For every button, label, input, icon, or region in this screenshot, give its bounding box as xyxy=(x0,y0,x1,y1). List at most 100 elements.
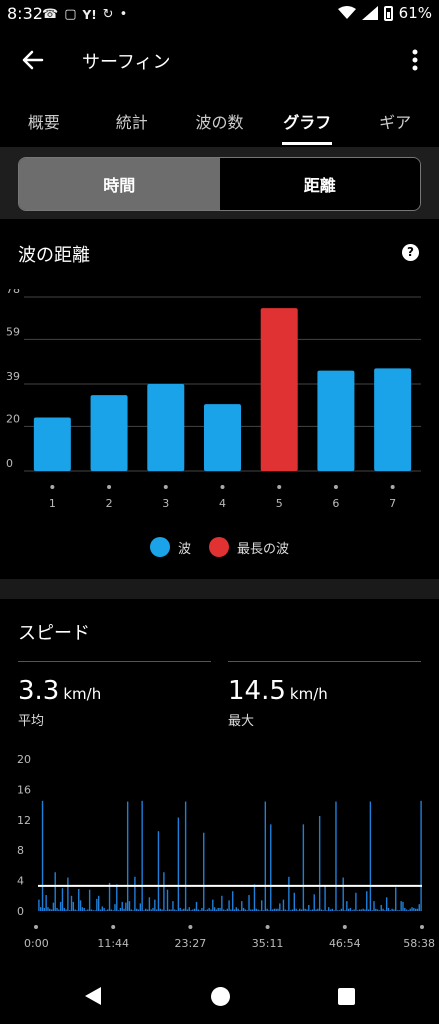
nav-home-icon[interactable] xyxy=(211,987,230,1006)
speed-bar xyxy=(141,800,143,911)
speed-bar xyxy=(168,909,171,911)
x-tick-dot xyxy=(188,925,193,929)
y-tick-label: 20 xyxy=(6,412,20,425)
speed-bar xyxy=(260,900,263,911)
speed-bar xyxy=(299,908,301,911)
speed-bar xyxy=(344,910,346,911)
segment-section: 時間 距離 xyxy=(0,147,439,219)
speed-bar xyxy=(282,899,285,911)
y-tick-label: 78 xyxy=(6,289,20,296)
tab-graph[interactable]: グラフ xyxy=(263,97,351,145)
speed-bar xyxy=(199,910,201,911)
speed-bar xyxy=(420,800,422,911)
speed-bar xyxy=(174,909,176,911)
speed-bar xyxy=(257,909,259,911)
nav-recents-icon[interactable] xyxy=(338,988,355,1005)
notification-icons: ☎ ▢ Y! ↻ • xyxy=(42,7,127,22)
speed-bar xyxy=(356,910,359,911)
speed-bar xyxy=(161,909,163,911)
bar xyxy=(374,368,412,471)
x-tick-dot xyxy=(390,485,395,489)
speed-bar xyxy=(266,908,268,911)
speed-bar xyxy=(280,910,283,911)
speed-bar xyxy=(246,910,248,911)
speed-bar xyxy=(81,907,84,911)
more-vert-icon[interactable] xyxy=(405,44,425,76)
segment-distance-button[interactable]: 距離 xyxy=(219,158,420,210)
legend-dot-wave xyxy=(149,537,170,557)
wave-distance-chart: 0 20 39 59 78 1 2 3 4 5 6 7 xyxy=(6,289,421,510)
speed-bar xyxy=(335,801,337,911)
speed-bar xyxy=(68,910,71,911)
speed-bar xyxy=(395,887,397,911)
speed-bar xyxy=(54,872,56,911)
speed-bar xyxy=(215,909,218,911)
speed-bar xyxy=(58,909,60,911)
speed-bar xyxy=(40,907,42,911)
speed-bar xyxy=(253,884,256,911)
speed-bar xyxy=(128,901,131,911)
speed-bar xyxy=(47,907,49,911)
speed-bar xyxy=(328,907,330,911)
speed-bar xyxy=(114,904,116,911)
speed-bar xyxy=(353,909,355,911)
speed-bar xyxy=(416,908,419,911)
help-icon[interactable]: ? xyxy=(402,244,419,261)
app-bar: サーフィン xyxy=(0,30,439,90)
speed-bar xyxy=(230,909,232,911)
avg-speed-stat: 3.3 km/h 平均 xyxy=(18,661,211,729)
page-title: サーフィン xyxy=(82,52,171,73)
tab-overview[interactable]: 概要 xyxy=(0,97,88,145)
y-tick-label: 4 xyxy=(17,875,24,888)
bar xyxy=(204,404,241,471)
speed-bar xyxy=(384,910,386,911)
speed-card: スピード 3.3 km/h 平均 14.5 km/h 最大 0 4 8 12 16 20 0:0… xyxy=(0,599,439,969)
tab-wave-count[interactable]: 波の数 xyxy=(176,97,264,145)
speed-bar xyxy=(273,908,276,911)
x-tick-label: 0:00 xyxy=(24,937,49,950)
segment-time-button[interactable]: 時間 xyxy=(19,158,220,210)
speed-bar xyxy=(63,907,65,911)
speed-bar xyxy=(277,908,279,911)
speed-bar xyxy=(300,909,303,911)
speed-bar xyxy=(251,909,254,911)
x-tick-label: 3 xyxy=(162,497,169,510)
speed-bar xyxy=(398,910,401,911)
speed-bar xyxy=(212,899,214,911)
speed-bar xyxy=(154,899,156,911)
speed-bar xyxy=(228,900,230,911)
back-arrow-icon[interactable] xyxy=(14,44,50,76)
speed-bar xyxy=(145,908,147,911)
speed-bar xyxy=(317,908,319,911)
speed-bar xyxy=(358,909,361,911)
speed-bar xyxy=(206,909,209,911)
speed-bar xyxy=(150,909,152,911)
speed-bar xyxy=(239,910,241,911)
x-tick-dot xyxy=(50,485,55,489)
speed-bar xyxy=(139,903,142,911)
speed-bar xyxy=(242,907,245,911)
time-distance-toggle: 時間 距離 xyxy=(18,157,421,211)
tab-stats[interactable]: 統計 xyxy=(88,97,176,145)
speed-bar xyxy=(308,904,310,911)
speed-bar xyxy=(293,892,296,911)
legend-item-wave: 波 xyxy=(149,537,191,557)
x-tick-label: 11:44 xyxy=(97,937,129,950)
speed-bar xyxy=(297,910,299,911)
speed-bar xyxy=(116,884,118,911)
speed-bar xyxy=(170,909,172,911)
y-tick-label: 16 xyxy=(17,783,31,796)
speed-bar xyxy=(43,907,46,911)
x-tick-label: 4 xyxy=(219,497,226,510)
tab-gear[interactable]: ギア xyxy=(351,97,439,145)
avg-speed-value: 3.3 xyxy=(18,676,60,706)
speed-bar xyxy=(210,909,212,911)
speed-bar xyxy=(413,907,415,911)
speed-bar xyxy=(396,910,399,911)
system-icons: 61% xyxy=(337,4,432,22)
speed-bar xyxy=(163,872,165,911)
y-tick-label: 8 xyxy=(17,844,24,857)
nav-back-icon[interactable] xyxy=(85,987,101,1005)
y-tick-label: 59 xyxy=(6,325,20,338)
speed-bar xyxy=(337,910,339,911)
